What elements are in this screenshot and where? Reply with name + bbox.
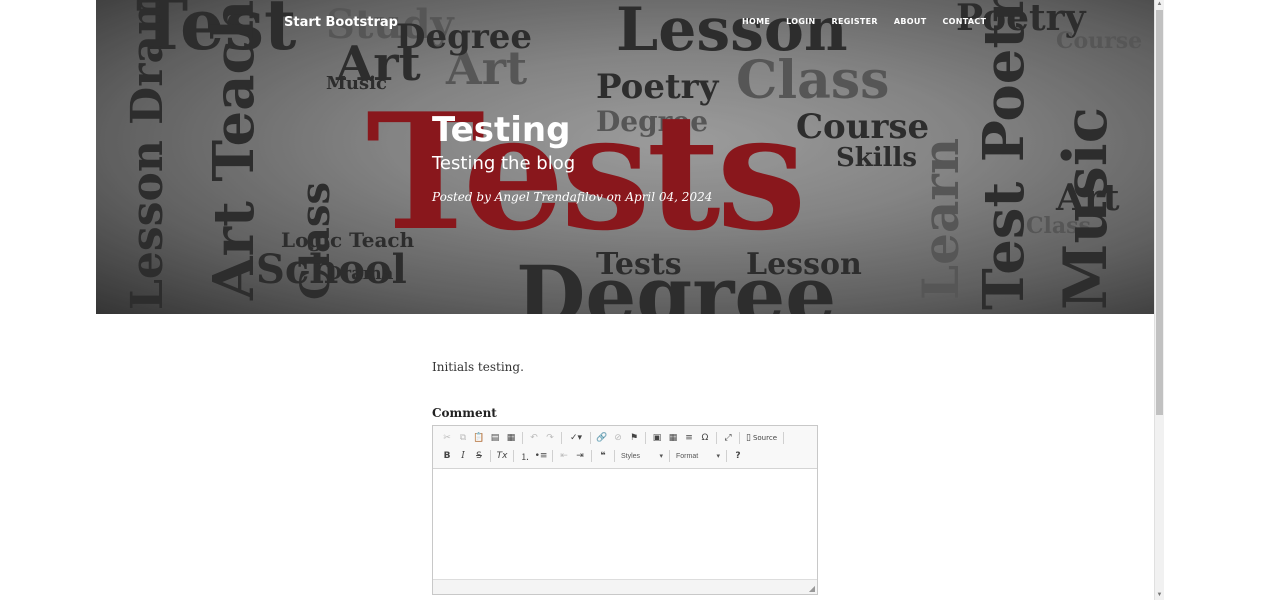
comment-editor: ✂ ⧉ 📋 ▤ ▦ ↶ ↷ ✓▾ 🔗 ⊘ ⚑ ▣ ▦ ≡ Ω ⤢ ▯ Sourc… — [432, 425, 818, 595]
unlink-icon[interactable]: ⊘ — [611, 431, 625, 445]
toolbar-separator — [645, 432, 646, 444]
link-icon[interactable]: 🔗 — [595, 431, 609, 445]
nav-link-register[interactable]: REGISTER — [831, 17, 877, 26]
comment-editor-area[interactable] — [433, 469, 817, 580]
editor-toolbar: ✂ ⧉ 📋 ▤ ▦ ↶ ↷ ✓▾ 🔗 ⊘ ⚑ ▣ ▦ ≡ Ω ⤢ ▯ Sourc… — [433, 426, 817, 469]
nav-links: HOME LOGIN REGISTER ABOUT CONTACT — [742, 17, 1002, 26]
source-button[interactable]: ▯ Source — [744, 431, 779, 445]
blockquote-icon[interactable]: ❝ — [596, 449, 610, 463]
toolbar-separator — [561, 432, 562, 444]
comment-label: Comment — [432, 406, 497, 420]
image-icon[interactable]: ▣ — [650, 431, 664, 445]
spellcheck-icon[interactable]: ✓▾ — [566, 431, 586, 445]
scroll-up-arrow-icon[interactable]: ▲ — [1155, 0, 1164, 9]
toolbar-separator — [726, 450, 727, 462]
cut-icon[interactable]: ✂ — [440, 431, 454, 445]
anchor-flag-icon[interactable]: ⚑ — [627, 431, 641, 445]
bulleted-list-icon[interactable]: •≡ — [534, 449, 548, 463]
post-body: Initials testing. — [432, 360, 524, 374]
redo-icon[interactable]: ↷ — [543, 431, 557, 445]
undo-icon[interactable]: ↶ — [527, 431, 541, 445]
paste-text-icon[interactable]: ▤ — [488, 431, 502, 445]
toolbar-separator — [739, 432, 740, 444]
post-title: Testing — [432, 110, 571, 150]
toolbar-separator — [669, 450, 670, 462]
nav-link-login[interactable]: LOGIN — [786, 17, 815, 26]
scroll-down-arrow-icon[interactable]: ▼ — [1155, 591, 1164, 600]
numbered-list-icon[interactable]: ⒈ — [518, 449, 532, 463]
toolbar-separator — [783, 432, 784, 444]
source-icon: ▯ — [746, 433, 751, 443]
page-left-margin — [0, 0, 96, 600]
nav-link-about[interactable]: ABOUT — [894, 17, 927, 26]
toolbar-separator — [522, 432, 523, 444]
bold-icon[interactable]: B — [440, 449, 454, 463]
format-label: Format — [676, 452, 699, 460]
styles-dropdown[interactable]: Styles ▾ — [618, 450, 666, 462]
paste-word-icon[interactable]: ▦ — [504, 431, 518, 445]
toolbar-separator — [490, 450, 491, 462]
toolbar-separator — [591, 450, 592, 462]
toolbar-separator — [513, 450, 514, 462]
special-char-icon[interactable]: Ω — [698, 431, 712, 445]
styles-label: Styles — [621, 452, 641, 460]
hero-header: Test Study Lesson Poetry Class Poetry Ar… — [96, 0, 1154, 314]
nav-brand[interactable]: Start Bootstrap — [284, 15, 398, 30]
chevron-down-icon: ▾ — [716, 453, 720, 460]
strikethrough-icon[interactable]: S — [472, 449, 486, 463]
indent-icon[interactable]: ⇥ — [573, 449, 587, 463]
outdent-icon[interactable]: ⇤ — [557, 449, 571, 463]
paste-icon[interactable]: 📋 — [472, 431, 486, 445]
source-label: Source — [752, 434, 777, 442]
horizontal-line-icon[interactable]: ≡ — [682, 431, 696, 445]
italic-icon[interactable]: I — [456, 449, 470, 463]
table-icon[interactable]: ▦ — [666, 431, 680, 445]
maximize-icon[interactable]: ⤢ — [721, 431, 735, 445]
post-meta: Posted by Angel Trendafilov on April 04,… — [432, 190, 713, 204]
help-icon[interactable]: ? — [731, 449, 745, 463]
post-subtitle: Testing the blog — [432, 153, 576, 174]
scrollbar-thumb[interactable] — [1156, 10, 1163, 415]
resize-handle-icon[interactable]: ◢ — [809, 584, 815, 593]
toolbar-separator — [614, 450, 615, 462]
hero-overlay — [96, 0, 1154, 314]
toolbar-separator — [716, 432, 717, 444]
copy-icon[interactable]: ⧉ — [456, 431, 470, 445]
vertical-scrollbar[interactable]: ▲ ▼ — [1154, 0, 1164, 600]
nav-link-home[interactable]: HOME — [742, 17, 770, 26]
toolbar-separator — [552, 450, 553, 462]
toolbar-separator — [590, 432, 591, 444]
editor-footer: ◢ — [433, 579, 817, 594]
chevron-down-icon: ▾ — [659, 453, 663, 460]
format-dropdown[interactable]: Format ▾ — [673, 450, 723, 462]
remove-format-icon[interactable]: Tx — [495, 449, 509, 463]
nav-link-contact[interactable]: CONTACT — [942, 17, 986, 26]
page-viewport: Test Study Lesson Poetry Class Poetry Ar… — [96, 0, 1154, 600]
